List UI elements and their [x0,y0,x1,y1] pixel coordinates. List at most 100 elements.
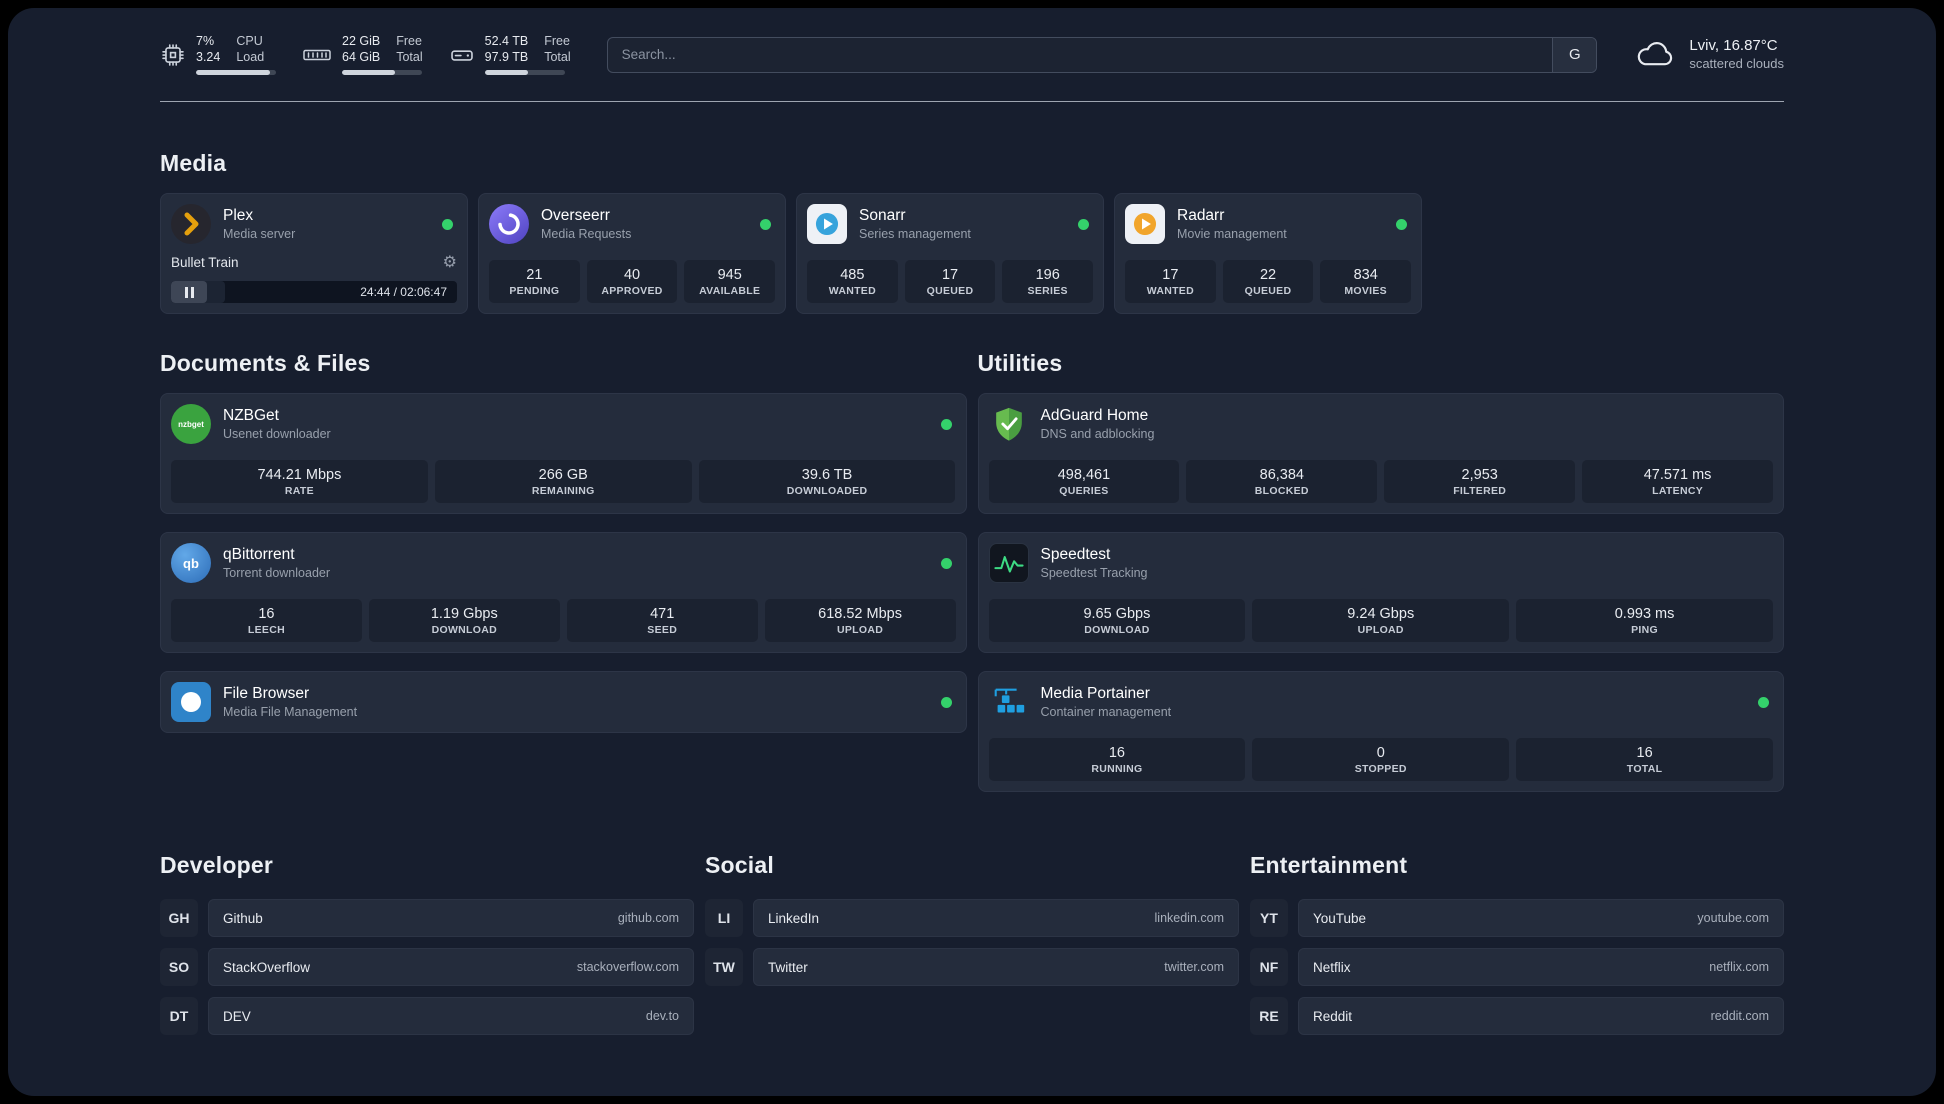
bookmark-abbr: TW [705,948,743,987]
gear-icon[interactable]: ⚙ [443,254,457,271]
app-card-plex[interactable]: Plex Media server Bullet Train ⚙ 24:44 /… [160,193,468,315]
dashboard-panel: 7% 3.24 CPU Load 22 GiB 64 GiB Free Tota… [8,8,1936,1096]
app-subtitle: Media Requests [541,227,632,242]
status-dot [940,418,952,430]
section-title-media: Media [160,150,227,177]
section-utilities: Utilities AdGuard Home DNS and adblockin… [977,350,1784,793]
bookmark-dev[interactable]: DT DEV dev.to [160,997,694,1036]
bookmark-stackoverflow[interactable]: SO StackOverflow stackoverflow.com [160,948,694,987]
section-title-utilities: Utilities [977,350,1063,377]
bookmark-abbr: GH [160,899,198,938]
app-card-overseerr[interactable]: Overseerr Media Requests 21 PENDING 40 A… [478,193,786,315]
status-dot [940,696,952,708]
status-dot [1758,696,1769,708]
app-name: Plex [223,207,254,225]
ram-progressbar [342,70,422,76]
portainer-icon [989,682,1029,722]
bookmark-bar: StackOverflow stackoverflow.com [208,948,694,987]
search-input[interactable] [607,37,1553,72]
app-card-filebrowser[interactable]: File Browser Media File Management [160,671,967,734]
status-dot [1078,218,1089,230]
bookmark-github[interactable]: GH Github github.com [160,899,694,938]
bookmark-name: Twitter [768,959,808,975]
app-card-speedtest[interactable]: Speedtest Speedtest Tracking 9.65 Gbps D… [977,532,1784,654]
bookmark-abbr: RE [1250,997,1288,1036]
bookmark-abbr: SO [160,948,198,987]
app-subtitle: Torrent downloader [223,566,331,581]
app-card-radarr[interactable]: Radarr Movie management 17 WANTED 22 QUE… [1114,193,1422,315]
app-card-sonarr[interactable]: Sonarr Series management 485 WANTED 17 Q… [796,193,1104,315]
cpu-load-value: 3.24 [196,49,221,64]
ram-free-label: Free [396,34,422,48]
stat-pending: 21 PENDING [489,259,580,304]
storage-icon [450,50,473,61]
weather-widget: Lviv, 16.87°C scattered clouds [1633,36,1784,72]
topbar-divider [160,101,1784,103]
stat-queued: 17 QUEUED [904,259,996,304]
section-title-social: Social [705,852,774,879]
app-name: NZBGet [223,407,279,425]
weather-location: Lviv, 16.87°C [1689,37,1778,55]
ram-total-value: 64 GiB [342,49,381,64]
section-media: Media Plex Media server Bullet Train ⚙ 2… [160,150,1784,315]
app-subtitle: Speedtest Tracking [1040,566,1148,581]
app-card-qbittorrent[interactable]: qb qBittorrent Torrent downloader 16 LEE… [160,532,967,654]
bookmark-url: netflix.com [1709,960,1769,975]
bookmark-bar: Netflix netflix.com [1298,948,1784,987]
app-card-portainer[interactable]: Media Portainer Container management 16 … [977,671,1784,793]
bookmark-url: linkedin.com [1154,911,1224,926]
bookmark-bar: Reddit reddit.com [1298,997,1784,1036]
topbar: 7% 3.24 CPU Load 22 GiB 64 GiB Free Tota… [160,8,1784,76]
bookmark-group-developer: Developer GH Github github.com SO StackO… [160,852,694,1036]
bookmark-url: twitter.com [1164,960,1224,975]
app-name: AdGuard Home [1040,407,1149,425]
bookmark-twitter[interactable]: TW Twitter twitter.com [705,948,1239,987]
app-subtitle: Movie management [1177,227,1287,242]
bookmark-name: Netflix [1313,959,1351,975]
cpu-label: CPU [236,34,263,48]
ram-total-label: Total [396,49,423,64]
section-documents: Documents & Files nzbget NZBGet Usenet d… [160,350,967,734]
status-dot [442,218,453,230]
app-subtitle: Usenet downloader [223,427,331,442]
search-engine-button[interactable]: G [1552,37,1597,72]
bookmark-abbr: YT [1250,899,1288,938]
disk-total-label: Total [544,49,571,64]
stat-stopped: 0 STOPPED [1252,737,1510,782]
bookmark-youtube[interactable]: YT YouTube youtube.com [1250,899,1784,938]
bookmark-url: stackoverflow.com [576,960,679,975]
bookmark-name: YouTube [1313,910,1367,926]
bookmark-name: StackOverflow [223,959,311,975]
ram-metric: 22 GiB 64 GiB Free Total [302,34,423,76]
app-subtitle: Media File Management [223,705,358,720]
ram-free-value: 22 GiB [342,34,381,48]
stat-approved: 40 APPROVED [586,259,678,304]
bookmark-netflix[interactable]: NF Netflix netflix.com [1250,948,1784,987]
stat-filtered: 2,953 FILTERED [1384,459,1576,504]
stat-total: 16 TOTAL [1516,737,1773,782]
plex-icon [171,204,211,245]
stat-rate: 744.21 Mbps RATE [171,459,428,504]
pause-icon [184,286,194,298]
media-player-bar[interactable]: 24:44 / 02:06:47 [171,281,457,304]
status-dot [940,557,952,569]
bookmark-name: Reddit [1313,1008,1353,1024]
app-name: Radarr [1177,207,1225,225]
bookmark-url: github.com [617,911,679,926]
app-card-adguard[interactable]: AdGuard Home DNS and adblocking 498,461 … [977,393,1784,515]
stat-queries: 498,461 QUERIES [988,459,1180,504]
disk-metric: 52.4 TB 97.9 TB Free Total [449,34,571,76]
bookmark-linkedin[interactable]: LI LinkedIn linkedin.com [705,899,1239,938]
app-name: Media Portainer [1040,685,1150,703]
bookmark-reddit[interactable]: RE Reddit reddit.com [1250,997,1784,1036]
stat-series: 196 SERIES [1002,259,1094,304]
disk-free-value: 52.4 TB [484,34,529,48]
app-card-nzbget[interactable]: nzbget NZBGet Usenet downloader 744.21 M… [160,393,967,515]
bookmark-abbr: LI [705,899,743,938]
filebrowser-icon [171,682,211,723]
stat-queued: 22 QUEUED [1222,259,1314,304]
pause-button[interactable] [171,281,207,304]
stat-upload: 618.52 Mbps UPLOAD [764,598,956,643]
disk-free-label: Free [544,34,570,48]
bookmark-url: youtube.com [1697,911,1769,926]
